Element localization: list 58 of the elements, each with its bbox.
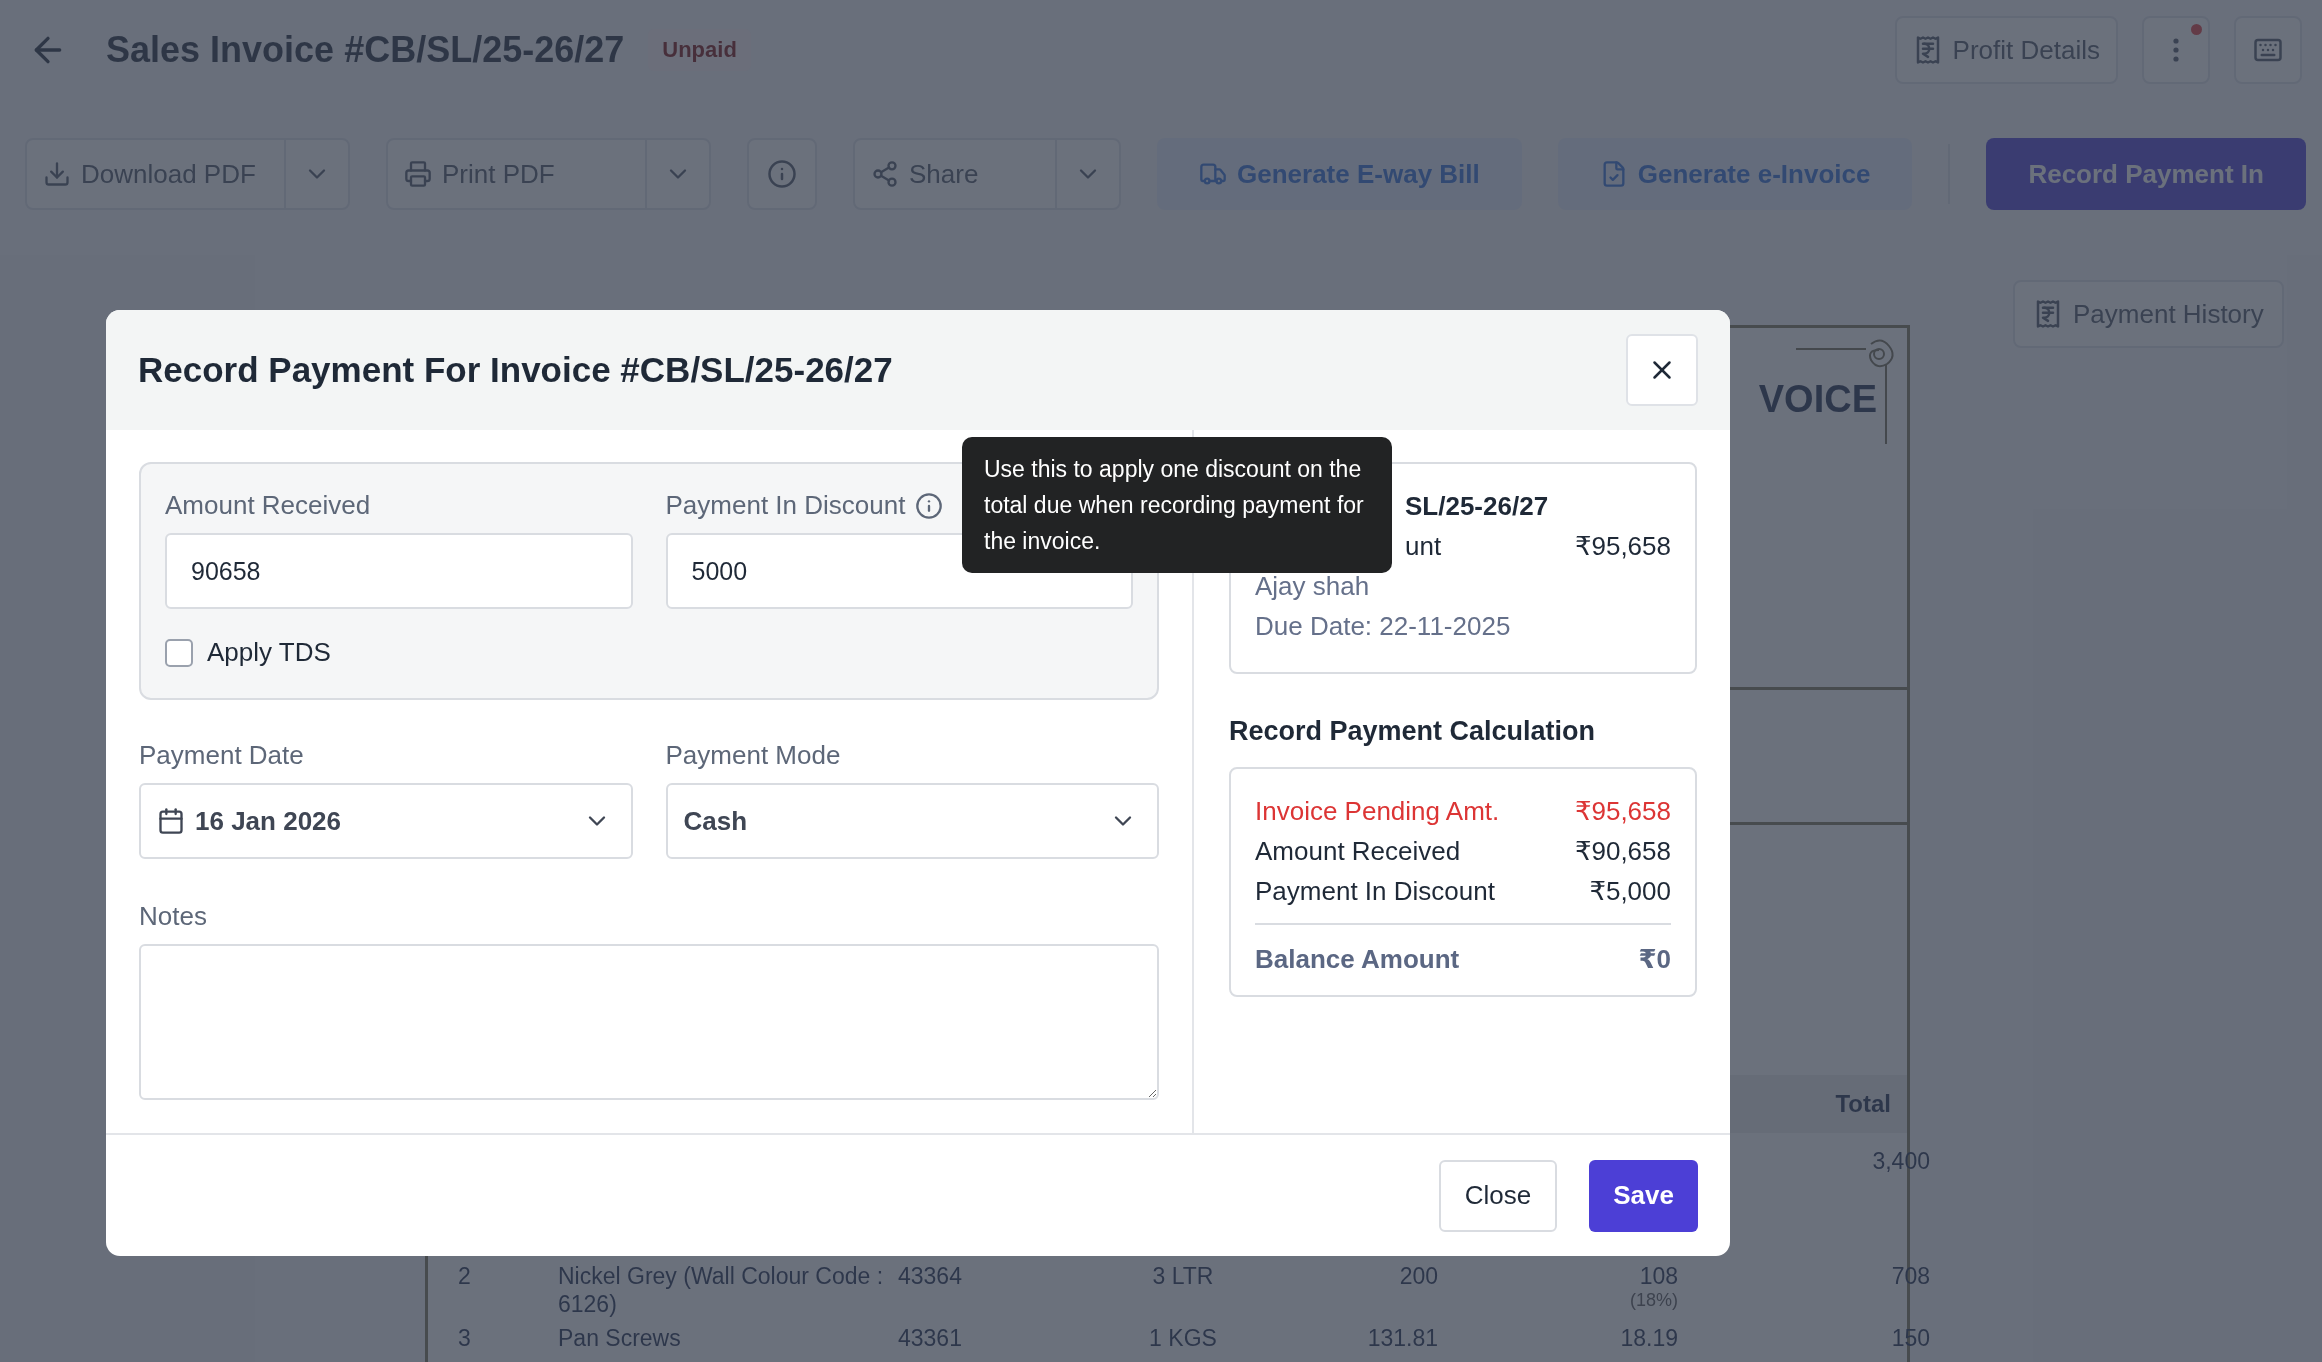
- field-label: Payment Date: [139, 740, 305, 771]
- document-title: VOICE: [1758, 378, 1877, 422]
- field-label: Notes: [139, 901, 208, 932]
- table-cell: 43361: [898, 1325, 962, 1351]
- table-cell: 150: [1891, 1325, 1930, 1351]
- table-cell: 708: [1891, 1263, 1930, 1289]
- balance-label: Balance Amount: [1255, 943, 1460, 976]
- table-cell: 2: [458, 1263, 471, 1289]
- table-cell: 200: [1399, 1263, 1438, 1289]
- info-button[interactable]: [747, 138, 817, 210]
- field-label: Payment Mode: [665, 740, 842, 771]
- info-icon[interactable]: [915, 491, 944, 520]
- invoice-number: SL/25-26/27: [1405, 490, 1549, 523]
- save-button[interactable]: Save: [1589, 1159, 1698, 1232]
- field-label: Amount Received: [165, 490, 371, 521]
- info-icon: [767, 159, 797, 189]
- keyboard-button[interactable]: [2234, 16, 2302, 84]
- balance-value: ₹0: [1638, 943, 1671, 976]
- table-cell: Nickel Grey (Wall Colour Code : 6126): [558, 1263, 884, 1317]
- table-cell: 3 LTR: [1152, 1263, 1214, 1289]
- table-cell: 131.81: [1367, 1325, 1438, 1351]
- calculation-value: ₹5,000: [1589, 875, 1671, 908]
- calculation-value: ₹95,658: [1574, 795, 1671, 828]
- table-cell: 3: [458, 1325, 471, 1351]
- printer-icon: [404, 160, 432, 188]
- table-cell: Pan Screws: [558, 1325, 681, 1351]
- calendar-icon: [157, 807, 185, 835]
- select-field[interactable]: Cash: [665, 783, 1159, 859]
- table-cell: 18.19: [1620, 1324, 1678, 1352]
- calculation-value: ₹90,658: [1574, 835, 1671, 868]
- page-title: Sales Invoice #CB/SL/25-26/27: [106, 29, 625, 71]
- customer-name: Ajay shah: [1255, 570, 1371, 603]
- calculation-label: Invoice Pending Amt.: [1255, 795, 1500, 828]
- checkbox[interactable]: [165, 638, 193, 667]
- input-field[interactable]: 90658: [165, 533, 633, 609]
- more-button[interactable]: [2142, 16, 2210, 84]
- checkbox-label: Apply TDS: [207, 637, 331, 668]
- date-field[interactable]: 16 Jan 2026: [139, 783, 633, 859]
- table-cell: 43364: [898, 1263, 962, 1289]
- dialog-title: Record Payment For Invoice #CB/SL/25-26/27: [138, 350, 893, 390]
- table-cell: 3,400: [1872, 1148, 1930, 1174]
- section-title: Record Payment Calculation: [1229, 716, 1597, 747]
- close-button[interactable]: [1626, 334, 1698, 406]
- notes-field[interactable]: [139, 944, 1159, 1100]
- table-cell: 1 KGS: [1149, 1325, 1217, 1351]
- tooltip: Use this to apply one discount on the total due when recording payment for the invoice.: [962, 437, 1392, 573]
- close-button[interactable]: Close: [1438, 1159, 1558, 1232]
- share-icon: [871, 160, 899, 188]
- download-icon: [43, 160, 71, 188]
- calculation-label: Payment In Discount: [1255, 875, 1495, 908]
- column-header: Total: [1835, 1090, 1891, 1118]
- due-date: Due Date: 22-11-2025: [1255, 610, 1512, 643]
- invoice-amount: ₹95,658: [1574, 530, 1671, 563]
- calculation-label: Amount Received: [1255, 835, 1461, 868]
- summary-label: unt: [1405, 530, 1442, 563]
- table-cell: 108: [1639, 1262, 1678, 1290]
- field-label: Payment In Discount: [665, 490, 906, 521]
- more-icon: [2173, 38, 2179, 62]
